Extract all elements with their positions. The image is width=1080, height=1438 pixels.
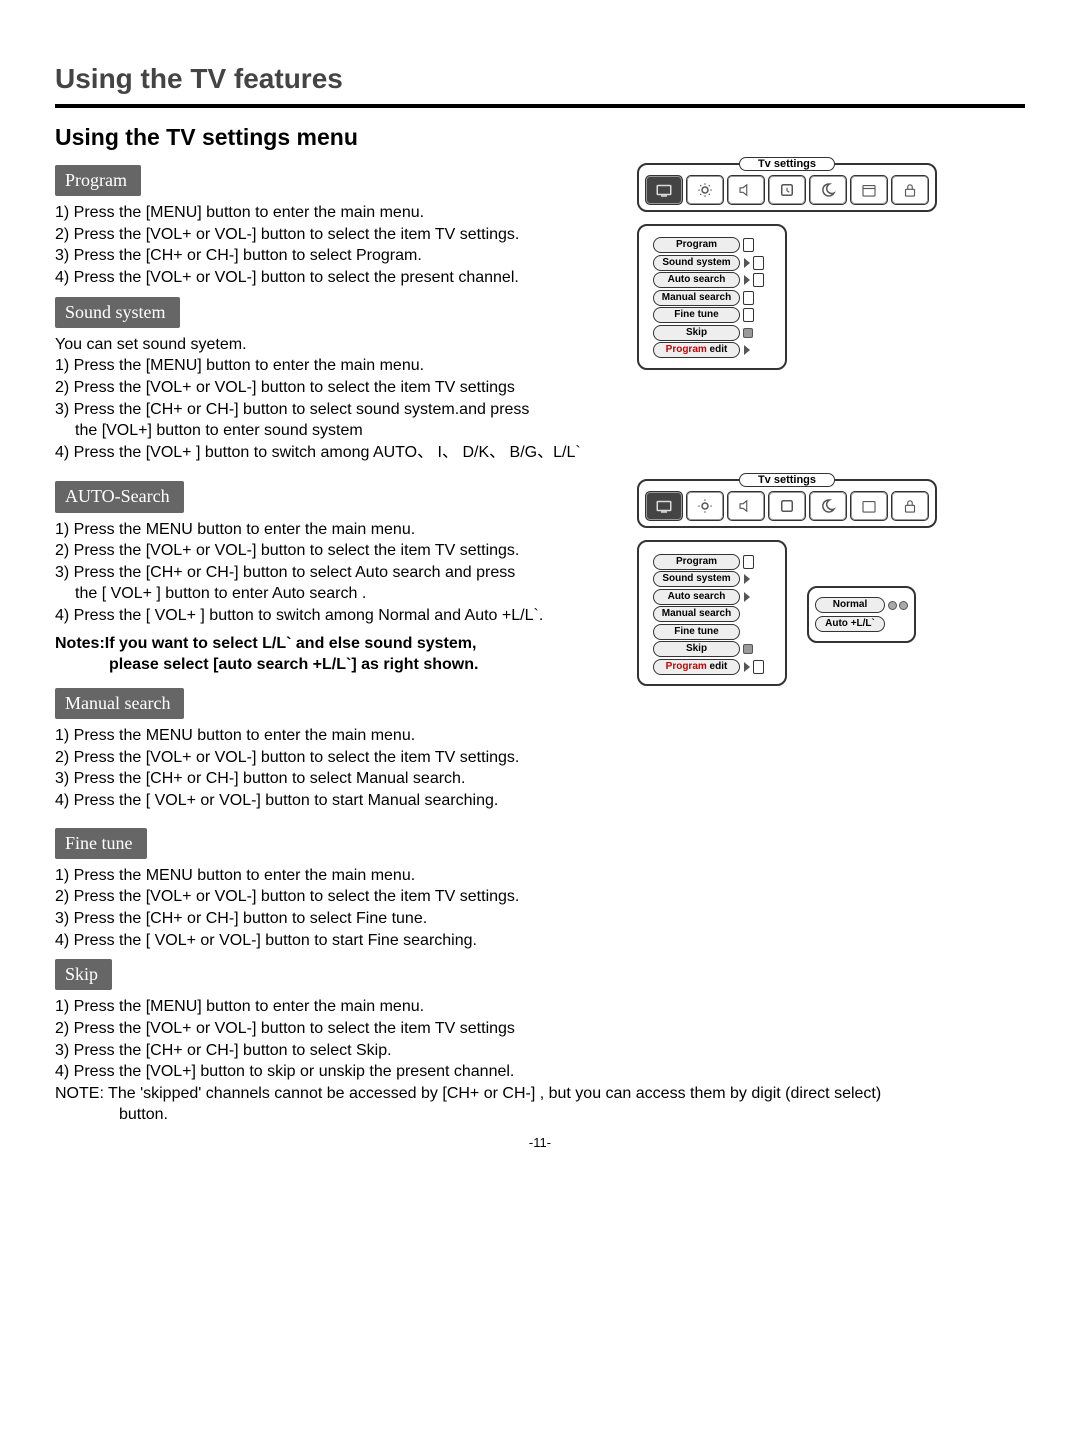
- osd-strip-title: Tv settings: [739, 473, 835, 487]
- section-label-fine: Fine tune: [55, 828, 147, 859]
- program-steps: 1) Press the [MENU] button to enter the …: [55, 202, 615, 288]
- step-cont: the [VOL+] button to enter sound system: [55, 420, 615, 442]
- skip-steps: 1) Press the [MENU] button to enter the …: [55, 996, 1025, 1126]
- sleep-icon: [809, 491, 847, 521]
- osd-menu-1: Program Sound system Auto search Manual …: [637, 224, 787, 370]
- skip-note-cont: button.: [55, 1104, 1025, 1126]
- step: 2) Press the [VOL+ or VOL-] button to se…: [55, 224, 615, 246]
- timer-icon: [768, 491, 806, 521]
- step: 2) Press the [VOL+ or VOL-] button to se…: [55, 1018, 1025, 1040]
- menu-sound: Sound system: [653, 571, 740, 587]
- step: 2) Press the [VOL+ or VOL-] button to se…: [55, 747, 615, 769]
- section-label-skip: Skip: [55, 959, 112, 990]
- lock-icon: [891, 175, 929, 205]
- menu-fine: Fine tune: [653, 624, 740, 640]
- menu-auto: Auto search: [653, 272, 740, 288]
- step: 1) Press the MENU button to enter the ma…: [55, 519, 615, 541]
- section-label-sound: Sound system: [55, 297, 180, 328]
- fine-steps: 1) Press the MENU button to enter the ma…: [55, 865, 1025, 951]
- menu-manual: Manual search: [653, 606, 740, 622]
- step: 4) Press the [ VOL+ or VOL-] button to s…: [55, 790, 615, 812]
- menu-fine: Fine tune: [653, 307, 740, 323]
- osd-strip-1: Tv settings: [637, 163, 937, 212]
- step: 1) Press the MENU button to enter the ma…: [55, 865, 1025, 887]
- step: 3) Press the [CH+ or CH-] button to sele…: [55, 245, 615, 267]
- step: 2) Press the [VOL+ or VOL-] button to se…: [55, 540, 615, 562]
- tv-icon: [645, 175, 683, 205]
- step: 4) Press the [ VOL+ ] button to switch a…: [55, 605, 615, 627]
- page-number: -11-: [55, 1134, 1025, 1152]
- menu-auto: Auto search: [653, 589, 740, 605]
- sleep-icon: [809, 175, 847, 205]
- calendar-icon: [850, 491, 888, 521]
- step: 1) Press the [MENU] button to enter the …: [55, 996, 1025, 1018]
- menu-program: Program: [653, 554, 740, 570]
- sound-steps: You can set sound syetem. 1) Press the […: [55, 334, 615, 464]
- auto-steps: 1) Press the MENU button to enter the ma…: [55, 519, 615, 627]
- osd-strip-2: Tv settings: [637, 479, 937, 528]
- osd-menu-2: Program Sound system Auto search Manual …: [637, 540, 787, 686]
- menu-skip: Skip: [653, 325, 740, 341]
- intro: You can set sound syetem.: [55, 334, 615, 356]
- section-label-auto: AUTO-Search: [55, 481, 184, 512]
- speaker-icon: [727, 175, 765, 205]
- step: 2) Press the [VOL+ or VOL-] button to se…: [55, 377, 615, 399]
- menu-program-edit: Program edit: [653, 659, 740, 675]
- brightness-icon: [686, 175, 724, 205]
- timer-icon: [768, 175, 806, 205]
- skip-note: NOTE: The 'skipped' channels cannot be a…: [55, 1083, 1025, 1105]
- step: 3) Press the [CH+ or CH-] button to sele…: [55, 1040, 1025, 1062]
- speaker-icon: [727, 491, 765, 521]
- tv-icon: [645, 491, 683, 521]
- menu-sound: Sound system: [653, 255, 740, 271]
- step: 3) Press the [CH+ or CH-] button to sele…: [55, 768, 615, 790]
- step: 4) Press the [ VOL+ or VOL-] button to s…: [55, 930, 1025, 952]
- step: 4) Press the [VOL+ ] button to switch am…: [55, 442, 615, 464]
- step: 3) Press the [CH+ or CH-] button to sele…: [55, 399, 615, 421]
- section-label-program: Program: [55, 165, 141, 196]
- section-label-manual: Manual search: [55, 688, 184, 719]
- step: 1) Press the [MENU] button to enter the …: [55, 355, 615, 377]
- step: 1) Press the [MENU] button to enter the …: [55, 202, 615, 224]
- step: 4) Press the [VOL+] button to skip or un…: [55, 1061, 1025, 1083]
- step: 2) Press the [VOL+ or VOL-] button to se…: [55, 886, 1025, 908]
- menu-program: Program: [653, 237, 740, 253]
- page-main-title: Using the TV features: [55, 60, 1025, 98]
- submenu-auto-l: Auto +L/L`: [815, 616, 885, 632]
- brightness-icon: [686, 491, 724, 521]
- title-rule: [55, 104, 1025, 108]
- menu-manual: Manual search: [653, 290, 740, 306]
- osd-submenu: Normal Auto +L/L`: [807, 586, 916, 643]
- auto-note: Notes:If you want to select L/L` and els…: [55, 633, 615, 676]
- step: 3) Press the [CH+ or CH-] button to sele…: [55, 562, 615, 584]
- step-cont: the [ VOL+ ] button to enter Auto search…: [55, 583, 615, 605]
- osd-strip-title: Tv settings: [739, 157, 835, 171]
- menu-skip: Skip: [653, 641, 740, 657]
- menu-program-edit: Program edit: [653, 342, 740, 358]
- lock-icon: [891, 491, 929, 521]
- manual-steps: 1) Press the MENU button to enter the ma…: [55, 725, 615, 811]
- step: 1) Press the MENU button to enter the ma…: [55, 725, 615, 747]
- calendar-icon: [850, 175, 888, 205]
- submenu-normal: Normal: [815, 597, 885, 613]
- step: 3) Press the [CH+ or CH-] button to sele…: [55, 908, 1025, 930]
- step: 4) Press the [VOL+ or VOL-] button to se…: [55, 267, 615, 289]
- page-sub-title: Using the TV settings menu: [55, 122, 1025, 153]
